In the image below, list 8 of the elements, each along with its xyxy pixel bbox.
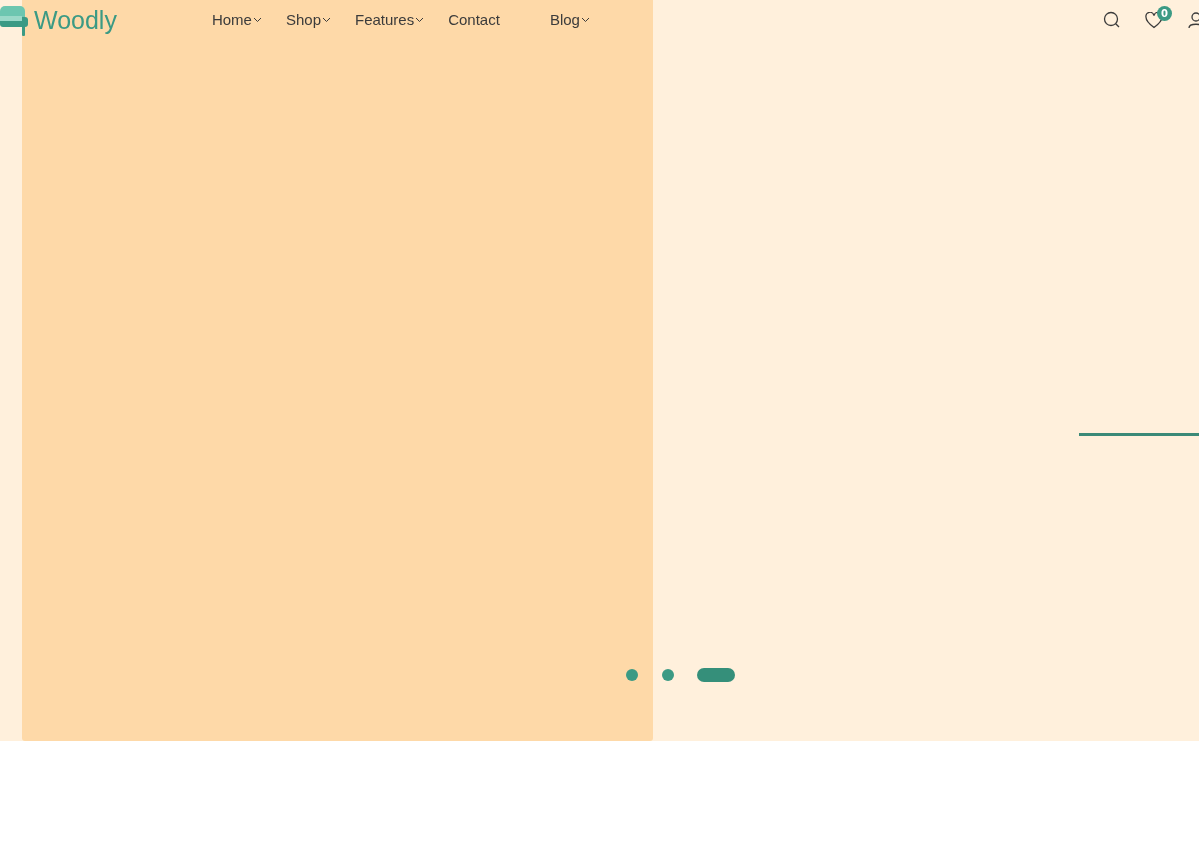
nav-link[interactable]: Shop [285,8,331,32]
nav-link[interactable]: Blog [549,8,590,32]
slider-dot[interactable] [662,669,674,681]
search-button[interactable] [1103,11,1121,29]
nav-link[interactable]: Contact [448,8,500,32]
wishlist-count: 0 [1157,5,1172,21]
nav-link[interactable]: Home [211,8,262,32]
nav-link[interactable]: Features [355,8,425,32]
